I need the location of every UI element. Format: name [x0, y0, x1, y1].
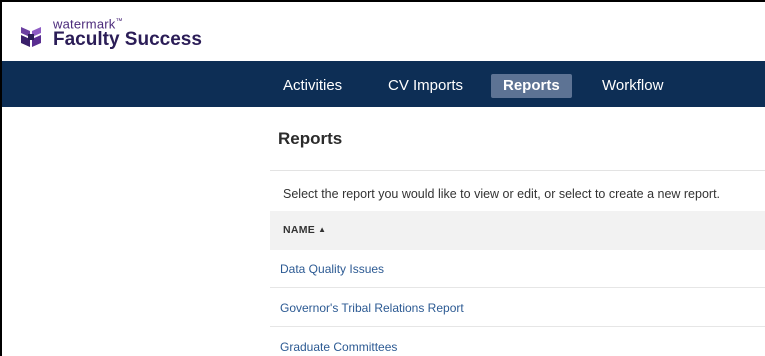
instructions-text: Select the report you would like to view…	[283, 187, 721, 201]
report-link-data-quality-issues[interactable]: Data Quality Issues	[280, 262, 384, 276]
brand-product-name: Faculty Success	[53, 29, 202, 50]
nav-tab-cv-imports[interactable]: CV Imports	[382, 74, 469, 98]
divider	[270, 170, 765, 171]
table-row: Graduate Committees	[270, 328, 765, 356]
report-link-governors-tribal-relations[interactable]: Governor's Tribal Relations Report	[280, 301, 464, 315]
main-nav: Activities CV Imports Reports Workflow	[2, 61, 765, 107]
page-title: Reports	[278, 129, 343, 148]
nav-tab-reports[interactable]: Reports	[491, 74, 572, 98]
table-row: Governor's Tribal Relations Report	[270, 289, 765, 327]
sort-ascending-icon: ▲	[318, 225, 327, 234]
table-header: NAME ▲	[270, 211, 765, 250]
table-row: Data Quality Issues	[270, 250, 765, 288]
nav-tab-activities[interactable]: Activities	[277, 74, 348, 98]
top-header: watermark™ Faculty Success	[2, 2, 765, 61]
name-column-header[interactable]: NAME ▲	[283, 224, 326, 236]
nav-tab-workflow[interactable]: Workflow	[596, 74, 669, 98]
app-window: watermark™ Faculty Success Activities CV…	[0, 0, 765, 356]
report-link-graduate-committees[interactable]: Graduate Committees	[280, 340, 397, 354]
watermark-logo-icon	[21, 27, 41, 47]
